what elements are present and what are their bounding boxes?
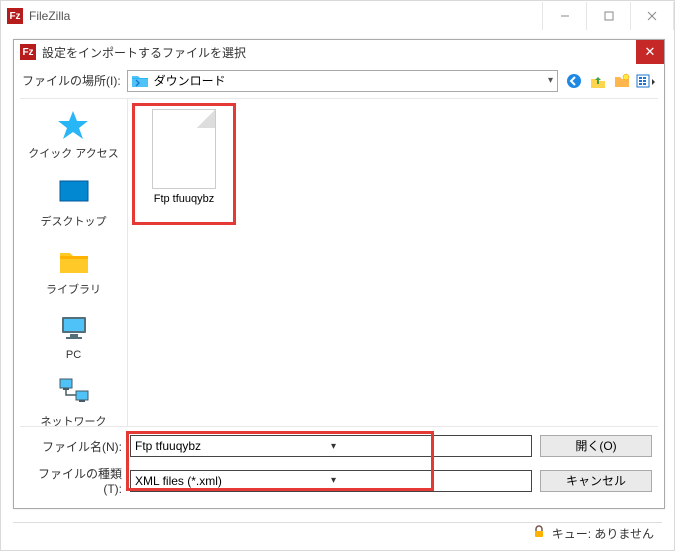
- place-label: PC: [66, 349, 81, 361]
- app-icon: Fz: [7, 8, 23, 24]
- place-pc[interactable]: PC: [58, 313, 90, 361]
- places-bar: クイック アクセス デスクトップ ライブラリ PC ネットワーク: [20, 99, 128, 426]
- location-label: ファイルの場所(I):: [22, 72, 121, 89]
- dialog-title: 設定をインポートするファイルを選択: [42, 44, 636, 61]
- file-dialog: Fz 設定をインポートするファイルを選択 ✕ ファイルの場所(I): ダウンロー…: [13, 39, 665, 509]
- location-value: ダウンロード: [154, 72, 226, 89]
- filename-input[interactable]: Ftp tfuuqybz ▾: [130, 435, 532, 457]
- close-button[interactable]: [630, 2, 674, 30]
- app-icon: Fz: [20, 44, 36, 60]
- filetype-label: ファイルの種類(T):: [26, 465, 122, 496]
- chevron-down-icon[interactable]: ▾: [331, 441, 527, 452]
- main-titlebar: Fz FileZilla: [1, 1, 674, 31]
- location-select[interactable]: ダウンロード ▾: [127, 70, 558, 92]
- status-bar: キュー: ありません: [13, 522, 662, 544]
- file-icon: [152, 109, 216, 189]
- dialog-close-button[interactable]: ✕: [636, 40, 664, 64]
- queue-status: キュー: ありません: [552, 525, 654, 542]
- window-controls: [542, 2, 674, 30]
- lock-icon: [532, 525, 546, 542]
- up-button[interactable]: [588, 71, 608, 91]
- filetype-select[interactable]: XML files (*.xml) ▾: [130, 470, 532, 492]
- dialog-body: クイック アクセス デスクトップ ライブラリ PC ネットワーク: [20, 98, 658, 427]
- place-label: ネットワーク: [41, 413, 107, 427]
- file-item[interactable]: Ftp tfuuqybz: [136, 107, 232, 207]
- chevron-down-icon: ▾: [548, 75, 553, 86]
- main-window-title: FileZilla: [29, 9, 542, 23]
- filename-value: Ftp tfuuqybz: [135, 439, 331, 453]
- minimize-button[interactable]: [542, 2, 586, 30]
- back-button[interactable]: [564, 71, 584, 91]
- form-area: ファイル名(N): Ftp tfuuqybz ▾ 開く(O) ファイルの種類(T…: [14, 427, 664, 508]
- main-window: Fz FileZilla Fz 設定をインポートするファイルを選択 ✕ ファイル…: [0, 0, 675, 551]
- place-libraries[interactable]: ライブラリ: [46, 245, 101, 297]
- file-item-label: Ftp tfuuqybz: [154, 193, 215, 205]
- place-label: デスクトップ: [41, 213, 107, 229]
- filename-label: ファイル名(N):: [26, 438, 122, 455]
- place-label: クイック アクセス: [28, 145, 119, 161]
- filetype-value: XML files (*.xml): [135, 474, 331, 488]
- maximize-button[interactable]: [586, 2, 630, 30]
- view-menu-button[interactable]: [636, 71, 656, 91]
- folder-icon: [132, 74, 148, 88]
- location-row: ファイルの場所(I): ダウンロード ▾: [14, 64, 664, 98]
- new-folder-button[interactable]: [612, 71, 632, 91]
- dialog-titlebar: Fz 設定をインポートするファイルを選択 ✕: [14, 40, 664, 64]
- location-toolbar: [564, 71, 656, 91]
- file-list[interactable]: Ftp tfuuqybz: [128, 99, 658, 426]
- place-label: ライブラリ: [46, 281, 101, 297]
- open-button[interactable]: 開く(O): [540, 435, 652, 457]
- place-desktop[interactable]: デスクトップ: [41, 177, 107, 229]
- place-quick-access[interactable]: クイック アクセス: [28, 109, 119, 161]
- cancel-button[interactable]: キャンセル: [540, 470, 652, 492]
- place-network[interactable]: ネットワーク: [41, 377, 107, 427]
- chevron-down-icon[interactable]: ▾: [331, 475, 527, 486]
